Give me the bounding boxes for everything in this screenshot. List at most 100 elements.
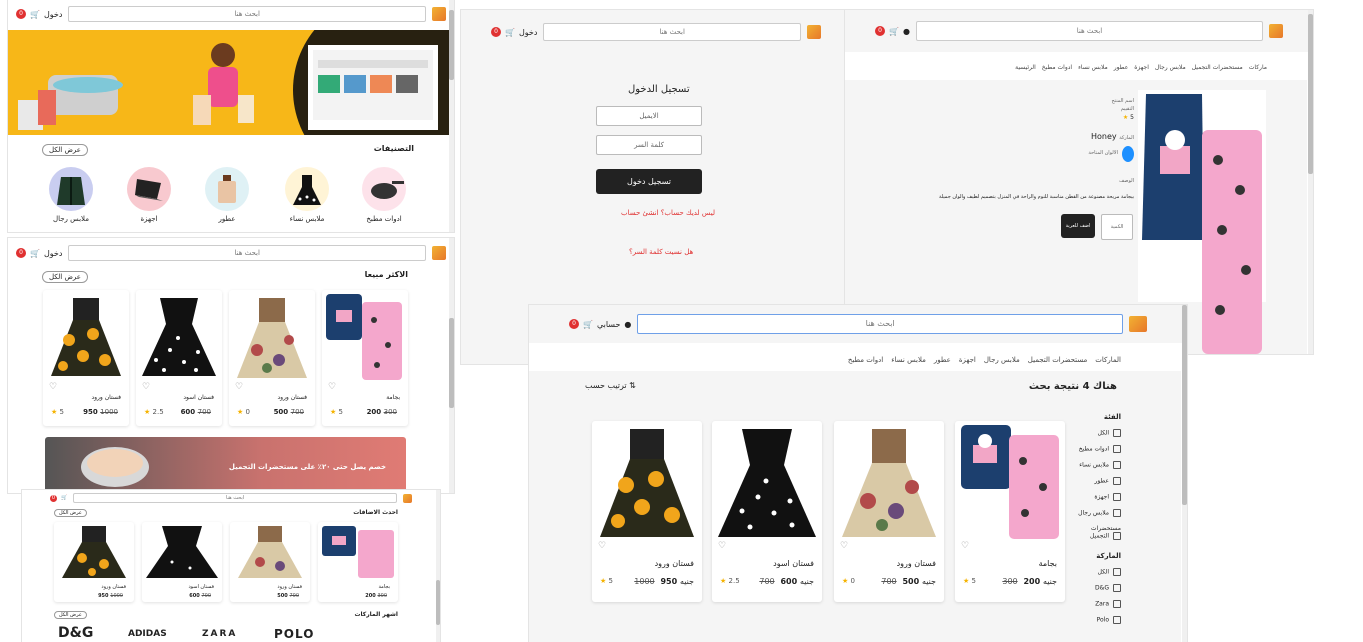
brand-logo-zara[interactable]: ZARA: [202, 629, 237, 639]
create-account-link[interactable]: ليس لديك حساب؟ انشئ حساب: [621, 209, 715, 217]
scroll-thumb[interactable]: [1182, 305, 1187, 505]
heart-icon[interactable]: ♡: [961, 541, 969, 551]
brand-logo-polo[interactable]: POLO: [274, 627, 314, 641]
cart-icon[interactable]: 🛒: [61, 495, 67, 501]
nav-link[interactable]: الماركات: [1095, 356, 1121, 364]
cart-icon[interactable]: 🛒: [505, 28, 515, 37]
filter-option[interactable]: مستحضرات التجميل: [1073, 525, 1121, 540]
heart-icon[interactable]: ♡: [718, 541, 726, 551]
cart-icon[interactable]: 🛒: [30, 249, 40, 258]
checkbox[interactable]: [1113, 616, 1121, 624]
logo-icon[interactable]: [403, 493, 412, 503]
checkbox[interactable]: [1113, 429, 1121, 437]
nav-link[interactable]: ملابس نساء: [1078, 64, 1108, 71]
search-input[interactable]: ابحث هنا: [543, 23, 801, 41]
scrollbar[interactable]: [1308, 10, 1313, 354]
login-link[interactable]: دخول: [44, 10, 62, 19]
login-link[interactable]: دخول: [44, 249, 62, 258]
login-link[interactable]: دخول: [519, 28, 537, 37]
filter-option[interactable]: الكل: [1073, 429, 1121, 437]
checkbox[interactable]: [1113, 493, 1121, 501]
bestsellers-view-all[interactable]: عرض الكل: [42, 271, 88, 283]
color-swatch-blue[interactable]: [1122, 146, 1134, 162]
cart-icon[interactable]: 🛒: [889, 27, 899, 36]
checkbox[interactable]: [1113, 461, 1121, 469]
heart-icon[interactable]: ♡: [328, 382, 336, 392]
nav-link[interactable]: اجهزة: [1134, 64, 1149, 71]
product-card[interactable]: ♡ فستان ورود 950 1000 ★ 5: [43, 290, 129, 426]
product-card[interactable]: بجامة 200 300: [318, 522, 398, 602]
categories-view-all[interactable]: عرض الكل: [42, 144, 88, 156]
nav-link[interactable]: ملابس نساء: [891, 356, 926, 364]
password-field[interactable]: كلمة السر: [596, 135, 702, 155]
nav-link[interactable]: ملابس رجال: [984, 356, 1020, 364]
nav-link[interactable]: ادوات مطبخ: [848, 356, 883, 364]
category-kitchen[interactable]: ادوات مطبخ: [360, 167, 408, 223]
filter-option[interactable]: Polo: [1073, 616, 1121, 624]
category-perfume[interactable]: عطور: [203, 167, 251, 223]
search-input[interactable]: ابحث هنا: [915, 21, 1263, 41]
category-women[interactable]: ملابس نساء: [283, 167, 331, 223]
filter-option[interactable]: عطور: [1073, 477, 1121, 485]
checkbox[interactable]: [1113, 477, 1121, 485]
heart-icon[interactable]: ♡: [235, 382, 243, 392]
checkbox[interactable]: [1113, 532, 1121, 540]
account-link[interactable]: حسابي: [597, 320, 620, 329]
heart-icon[interactable]: ♡: [598, 541, 606, 551]
hero-banner[interactable]: [8, 30, 450, 135]
checkbox[interactable]: [1113, 445, 1121, 453]
promo-banner[interactable]: خصم يصل حتى ٢٠٪ على مستحضرات التجميل: [45, 437, 406, 493]
product-card[interactable]: ♡ فستان ورود 500 700 ★ 0: [229, 290, 315, 426]
logo-icon[interactable]: [1129, 316, 1147, 332]
filter-option[interactable]: الكل: [1073, 568, 1121, 576]
scroll-thumb[interactable]: [436, 580, 440, 625]
nav-link[interactable]: عطور: [934, 356, 951, 364]
search-input[interactable]: ابحث هنا: [68, 245, 426, 261]
product-card[interactable]: ♡ فستان ورود جنيه 950 1000 ★ 5: [592, 421, 702, 602]
product-card[interactable]: ♡ فستان اسود 600 700 ★ 2.5: [136, 290, 222, 426]
heart-icon[interactable]: ♡: [49, 382, 57, 392]
product-card[interactable]: ♡ بجامة 200 300 ★ 5: [322, 290, 408, 426]
category-men[interactable]: ملابس رجال: [47, 167, 95, 223]
email-field[interactable]: الايميل: [596, 106, 702, 126]
checkbox[interactable]: [1113, 584, 1121, 592]
search-input[interactable]: ابحث هنا: [68, 6, 426, 22]
filter-option[interactable]: اجهزة: [1073, 493, 1121, 501]
checkbox[interactable]: [1113, 568, 1121, 576]
new-arrivals-view-all[interactable]: عرض الكل: [54, 509, 87, 517]
nav-link[interactable]: ماركات: [1249, 64, 1267, 71]
scrollbar[interactable]: [436, 490, 440, 642]
sort-dropdown[interactable]: ترتيب حسب ⇅: [585, 381, 636, 390]
heart-icon[interactable]: ♡: [142, 382, 150, 392]
nav-link[interactable]: عطور: [1114, 64, 1129, 71]
login-button[interactable]: تسجيل دخول: [596, 169, 702, 194]
cart-icon[interactable]: 🛒: [583, 320, 593, 329]
logo-icon[interactable]: [432, 246, 446, 260]
category-devices[interactable]: اجهزة: [125, 167, 173, 223]
scroll-thumb[interactable]: [449, 318, 454, 408]
user-icon[interactable]: ●: [624, 320, 631, 329]
product-card[interactable]: ♡ فستان اسود جنيه 600 700 ★ 2.5: [712, 421, 822, 602]
product-card[interactable]: ♡ فستان ورود جنيه 500 700 ★ 0: [834, 421, 944, 602]
scrollbar[interactable]: [1182, 305, 1187, 642]
scrollbar[interactable]: [449, 0, 454, 232]
scroll-thumb[interactable]: [1308, 14, 1313, 174]
product-card[interactable]: فستان ورود 500 700: [230, 522, 310, 602]
scroll-thumb[interactable]: [449, 10, 454, 80]
logo-icon[interactable]: [432, 7, 446, 21]
search-input[interactable]: ابحث هنا: [73, 493, 397, 503]
forgot-password-link[interactable]: هل نسيت كلمة السر؟: [629, 248, 693, 256]
nav-link[interactable]: مستحضرات التجميل: [1192, 64, 1243, 71]
filter-option[interactable]: ملابس نساء: [1073, 461, 1121, 469]
product-card[interactable]: فستان اسود 600 700: [142, 522, 222, 602]
checkbox[interactable]: [1113, 509, 1121, 517]
user-icon[interactable]: ●: [903, 27, 910, 36]
product-card[interactable]: فستان ورود 950 1000: [54, 522, 134, 602]
nav-link[interactable]: ملابس رجال: [1155, 64, 1186, 71]
search-input[interactable]: ابحث هنا: [637, 314, 1123, 334]
cart-icon[interactable]: 🛒: [30, 10, 40, 19]
brand-logo-adidas[interactable]: ADIDAS: [128, 629, 167, 639]
nav-link[interactable]: مستحضرات التجميل: [1028, 356, 1088, 364]
nav-link[interactable]: الرئيسية: [1015, 64, 1036, 71]
heart-icon[interactable]: ♡: [840, 541, 848, 551]
